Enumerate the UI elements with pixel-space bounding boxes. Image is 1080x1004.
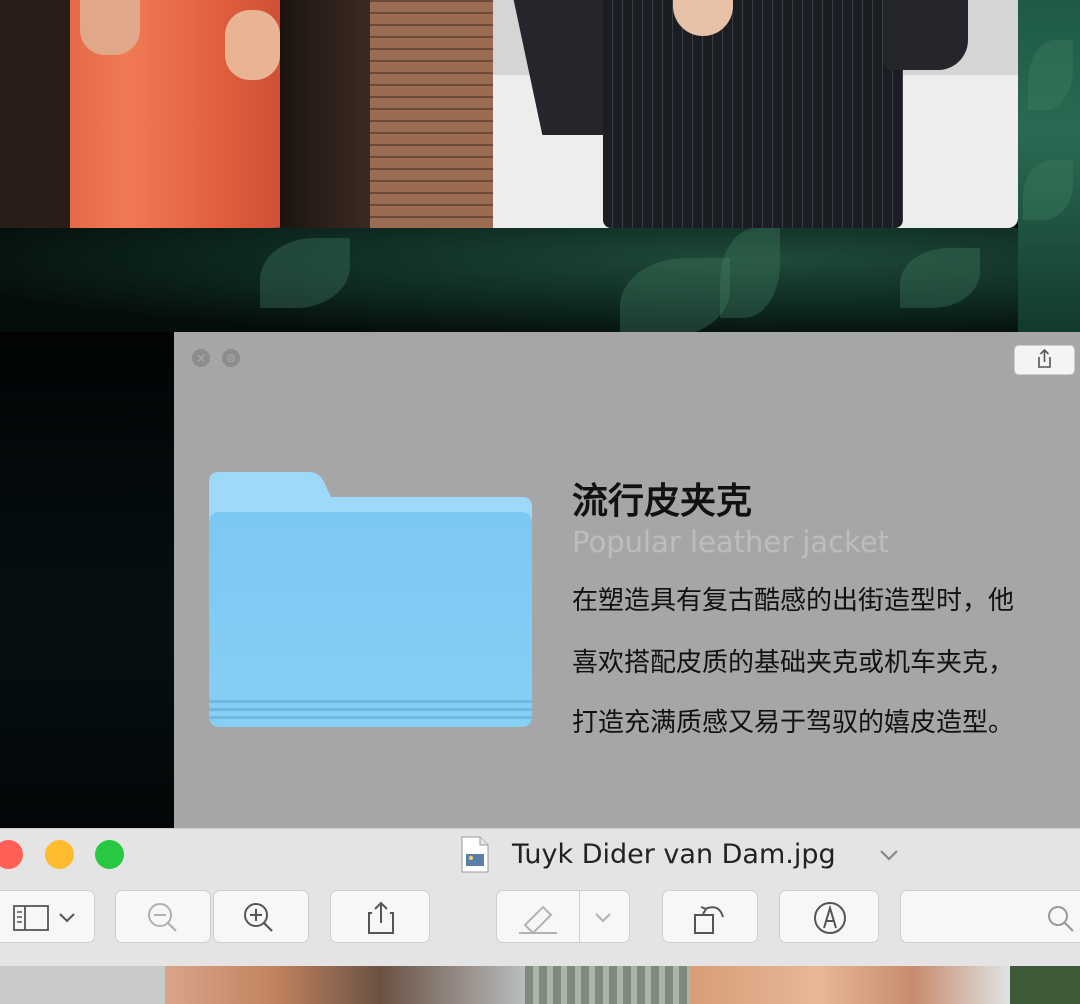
markup-icon (814, 902, 846, 934)
zoom-out-icon (148, 903, 177, 932)
highlight-pen-icon (519, 905, 557, 935)
zoom-out-button[interactable] (115, 890, 211, 943)
rotate-icon (694, 906, 724, 934)
info-title: 流行皮夹克 (572, 481, 753, 522)
folder-info-window: × ⊘ 流行皮夹克 Popular leather jacket 在塑造具有复古… (174, 332, 1080, 828)
highlight-button[interactable] (496, 890, 630, 943)
share-icon (1038, 348, 1051, 368)
dark-background (0, 332, 174, 828)
leafy-background-edge (1018, 0, 1080, 332)
jpg-file-icon (461, 836, 489, 873)
rotate-button[interactable] (662, 890, 758, 943)
preview-window: Tuyk Dider van Dam.jpg (0, 828, 1080, 967)
info-body-line: 在塑造具有复古酷感的出街造型时，他 (572, 586, 1015, 616)
window-title[interactable]: Tuyk Dider van Dam.jpg (512, 839, 836, 870)
minimize-disabled-icon[interactable]: ⊘ (222, 349, 240, 367)
chevron-down-icon (595, 913, 611, 923)
info-body-line: 喜欢搭配皮质的基础夹克或机车夹克， (572, 648, 1015, 678)
share-icon (368, 901, 394, 934)
info-body-line: 打造充满质感又易于驾驭的嬉皮造型。 (572, 708, 1015, 738)
search-icon (1048, 906, 1074, 932)
chevron-down-icon[interactable] (876, 842, 902, 868)
share-button[interactable] (1014, 345, 1075, 375)
photo-strip-bottom (0, 966, 1080, 1004)
info-subtitle: Popular leather jacket (572, 525, 890, 559)
close-icon[interactable]: × (192, 349, 210, 367)
markup-button[interactable] (779, 890, 879, 943)
photo-orange-corduroy-outfit (0, 0, 493, 228)
chevron-down-icon (59, 913, 75, 923)
search-field[interactable] (900, 890, 1080, 943)
window-close-button[interactable] (0, 840, 23, 869)
window-minimize-button[interactable] (45, 840, 74, 869)
zoom-in-button[interactable] (213, 890, 309, 943)
sidebar-icon (13, 905, 49, 931)
photo-pinstripe-suit-outfit (493, 0, 1018, 228)
window-zoom-button[interactable] (95, 840, 124, 869)
sidebar-toggle-button[interactable] (0, 890, 95, 943)
leafy-background (0, 228, 1080, 338)
folder-icon (209, 472, 532, 727)
share-button[interactable] (330, 890, 430, 943)
zoom-in-icon (244, 903, 273, 932)
